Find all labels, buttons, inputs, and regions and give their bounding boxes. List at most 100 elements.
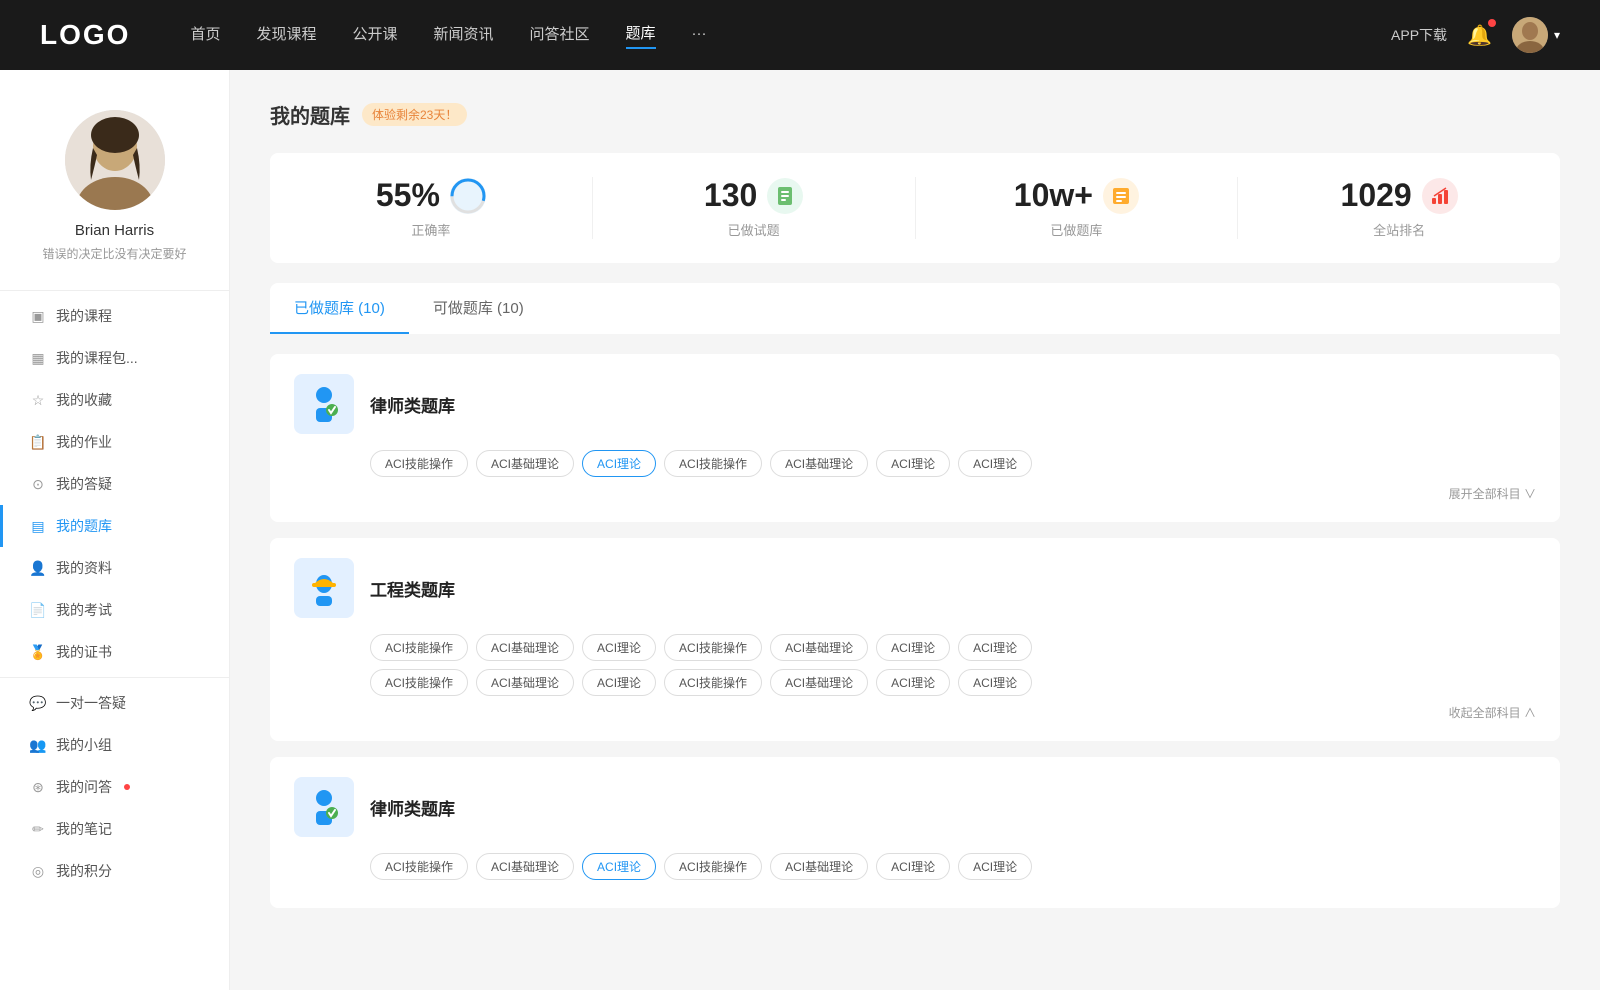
tag-0-6[interactable]: ACI理论 — [958, 450, 1032, 477]
tag-2-5[interactable]: ACI理论 — [876, 853, 950, 880]
tags-row-0: ACI技能操作 ACI基础理论 ACI理论 ACI技能操作 ACI基础理论 AC… — [370, 450, 1536, 477]
trial-badge: 体验剩余23天！ — [362, 103, 467, 126]
chat-icon: 💬 — [30, 695, 46, 711]
tag-1-9[interactable]: ACI理论 — [582, 669, 656, 696]
logo[interactable]: LOGO — [40, 19, 130, 51]
tag-1-8[interactable]: ACI基础理论 — [476, 669, 574, 696]
tag-1-7[interactable]: ACI技能操作 — [370, 669, 468, 696]
done-questions-label: 已做试题 — [728, 220, 780, 239]
expand-link-1[interactable]: 收起全部科目 ∧ — [294, 704, 1536, 721]
tag-2-0[interactable]: ACI技能操作 — [370, 853, 468, 880]
sidebar-item-qa[interactable]: ⊙ 我的答疑 — [0, 463, 229, 505]
tag-0-5[interactable]: ACI理论 — [876, 450, 950, 477]
sidebar-item-my-qa[interactable]: ⊛ 我的问答 — [0, 766, 229, 808]
star-icon: ☆ — [30, 392, 46, 408]
qbank-title-1: 工程类题库 — [370, 576, 455, 601]
avatar — [1512, 17, 1548, 53]
tag-1-10[interactable]: ACI技能操作 — [664, 669, 762, 696]
stat-rank-top: 1029 — [1341, 177, 1458, 214]
clipboard-icon: 📋 — [30, 434, 46, 450]
group-icon: 👥 — [30, 737, 46, 753]
notification-bell-button[interactable]: 🔔 — [1467, 23, 1492, 48]
nav-qa[interactable]: 问答社区 — [530, 23, 590, 48]
sidebar-item-course-pack[interactable]: ▦ 我的课程包... — [0, 337, 229, 379]
nav-home[interactable]: 首页 — [190, 23, 220, 48]
header: LOGO 首页 发现课程 公开课 新闻资讯 问答社区 题库 ··· APP下载 … — [0, 0, 1600, 70]
tag-2-6[interactable]: ACI理论 — [958, 853, 1032, 880]
sidebar-item-one-on-one[interactable]: 💬 一对一答疑 — [0, 682, 229, 724]
rank-label: 全站排名 — [1373, 220, 1425, 239]
sidebar-item-homework[interactable]: 📋 我的作业 — [0, 421, 229, 463]
stat-rank: 1029 全站排名 — [1238, 177, 1560, 239]
sidebar-item-question-bank[interactable]: ▤ 我的题库 — [0, 505, 229, 547]
grid-icon: ▤ — [30, 518, 46, 534]
stat-done-top: 130 — [704, 177, 803, 214]
sidebar-item-notes[interactable]: ✏ 我的笔记 — [0, 808, 229, 850]
nav-open-course[interactable]: 公开课 — [352, 23, 397, 48]
chevron-down-icon: ▾ — [1554, 28, 1560, 42]
bell-icon: 🔔 — [1467, 25, 1492, 47]
nav-news[interactable]: 新闻资讯 — [434, 23, 494, 48]
stat-done-banks: 10w+ 已做题库 — [916, 177, 1239, 239]
note-icon: ✏ — [30, 821, 46, 837]
tag-0-3[interactable]: ACI技能操作 — [664, 450, 762, 477]
tag-2-3[interactable]: ACI技能操作 — [664, 853, 762, 880]
tag-0-4[interactable]: ACI基础理论 — [770, 450, 868, 477]
tag-1-11[interactable]: ACI基础理论 — [770, 669, 868, 696]
tag-1-12[interactable]: ACI理论 — [876, 669, 950, 696]
bar-icon: ▦ — [30, 350, 46, 366]
sidebar-item-group[interactable]: 👥 我的小组 — [0, 724, 229, 766]
page-title: 我的题库 — [270, 100, 350, 129]
sidebar-item-favorites[interactable]: ☆ 我的收藏 — [0, 379, 229, 421]
header-right: APP下载 🔔 ▾ — [1391, 17, 1560, 53]
sidebar-item-certificate[interactable]: 🏅 我的证书 — [0, 631, 229, 673]
qbank-header-1: 工程类题库 — [294, 558, 1536, 618]
tag-0-0[interactable]: ACI技能操作 — [370, 450, 468, 477]
tag-0-1[interactable]: ACI基础理论 — [476, 450, 574, 477]
notification-badge — [1488, 19, 1496, 27]
nav-more[interactable]: ··· — [692, 25, 707, 46]
app-download-link[interactable]: APP下载 — [1391, 25, 1447, 45]
rank-chart-icon — [1422, 178, 1458, 214]
lawyer-bank-icon — [294, 374, 354, 434]
tag-1-3[interactable]: ACI技能操作 — [664, 634, 762, 661]
sidebar-item-exam[interactable]: 📄 我的考试 — [0, 589, 229, 631]
main-layout: Brian Harris 错误的决定比没有决定要好 ▣ 我的课程 ▦ 我的课程包… — [0, 70, 1600, 990]
tag-1-13[interactable]: ACI理论 — [958, 669, 1032, 696]
tag-2-4[interactable]: ACI基础理论 — [770, 853, 868, 880]
tab-available-banks[interactable]: 可做题库 (10) — [409, 283, 548, 334]
nav-question-bank[interactable]: 题库 — [626, 22, 656, 49]
tab-done-banks[interactable]: 已做题库 (10) — [270, 283, 409, 334]
nav-discover[interactable]: 发现课程 — [256, 23, 316, 48]
accuracy-value: 55% — [376, 177, 440, 214]
tag-1-2[interactable]: ACI理论 — [582, 634, 656, 661]
cert-icon: 🏅 — [30, 644, 46, 660]
tag-2-2[interactable]: ACI理论 — [582, 853, 656, 880]
stat-banks-top: 10w+ — [1014, 177, 1139, 214]
divider-1 — [0, 290, 229, 291]
doc-icon: ▣ — [30, 308, 46, 324]
sidebar-item-profile[interactable]: 👤 我的资料 — [0, 547, 229, 589]
tag-1-4[interactable]: ACI基础理论 — [770, 634, 868, 661]
tabs-row: 已做题库 (10) 可做题库 (10) — [270, 283, 1560, 334]
done-questions-doc-icon — [767, 178, 803, 214]
stat-accuracy-top: 55% — [376, 177, 486, 214]
qbank-header-2: 律师类题库 — [294, 777, 1536, 837]
tag-1-5[interactable]: ACI理论 — [876, 634, 950, 661]
sidebar-item-points[interactable]: ◎ 我的积分 — [0, 850, 229, 892]
sidebar-item-my-course[interactable]: ▣ 我的课程 — [0, 295, 229, 337]
sidebar: Brian Harris 错误的决定比没有决定要好 ▣ 我的课程 ▦ 我的课程包… — [0, 70, 230, 990]
expand-link-0[interactable]: 展开全部科目 ∨ — [294, 485, 1536, 502]
stat-accuracy: 55% 正确率 — [270, 177, 593, 239]
tag-1-0[interactable]: ACI技能操作 — [370, 634, 468, 661]
tag-1-1[interactable]: ACI基础理论 — [476, 634, 574, 661]
tag-1-6[interactable]: ACI理论 — [958, 634, 1032, 661]
accuracy-label: 正确率 — [411, 220, 450, 239]
tag-2-1[interactable]: ACI基础理论 — [476, 853, 574, 880]
done-questions-value: 130 — [704, 177, 757, 214]
user-avatar-button[interactable]: ▾ — [1512, 17, 1560, 53]
engineer-bank-icon — [294, 558, 354, 618]
tag-0-2[interactable]: ACI理论 — [582, 450, 656, 477]
done-banks-label: 已做题库 — [1050, 220, 1102, 239]
lawyer-bank-icon-2 — [294, 777, 354, 837]
